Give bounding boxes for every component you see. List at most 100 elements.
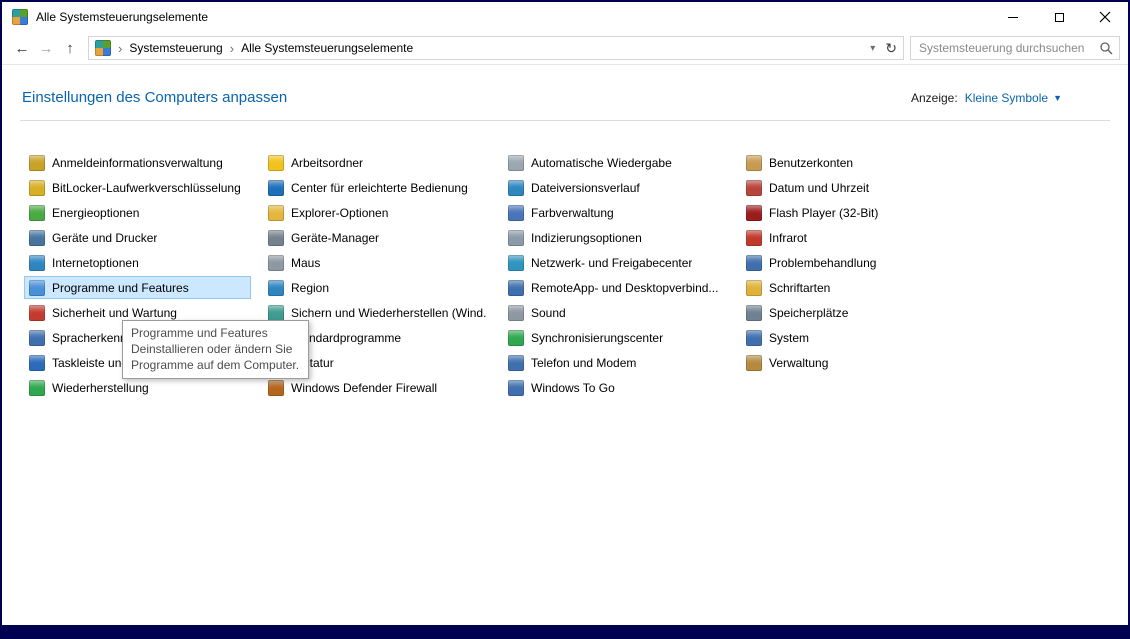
page-title: Einstellungen des Computers anpassen [22, 89, 287, 106]
control-panel-item[interactable]: Infrarot [741, 226, 967, 249]
control-panel-item[interactable]: Datum und Uhrzeit [741, 176, 967, 199]
windows-to-go-icon [508, 380, 524, 396]
sound-icon [508, 305, 524, 321]
window-bottom-border [2, 625, 1128, 637]
ease-of-access-icon [268, 180, 284, 196]
window-title: Alle Systemsteuerungselemente [36, 10, 208, 24]
title-bar: Alle Systemsteuerungselemente [2, 2, 1128, 32]
up-button[interactable]: ↑ [58, 40, 82, 57]
devices-and-printers-icon [29, 230, 45, 246]
control-panel-item[interactable]: Arbeitsordner [263, 151, 491, 174]
navigation-bar: ← → ↑ › Systemsteuerung › Alle Systemste… [2, 32, 1128, 65]
control-panel-item[interactable]: Automatische Wiedergabe [503, 151, 729, 174]
control-panel-item[interactable]: Windows Defender Firewall [263, 376, 491, 399]
item-label: Problembehandlung [769, 256, 876, 270]
item-label: Center für erleichterte Bedienung [291, 181, 468, 195]
address-bar[interactable]: › Systemsteuerung › Alle Systemsteuerung… [88, 36, 904, 60]
item-label: Verwaltung [769, 356, 828, 370]
maximize-button[interactable] [1036, 2, 1082, 32]
control-panel-item[interactable]: Anmeldeinformationsverwaltung [24, 151, 251, 174]
item-label: Geräte und Drucker [52, 231, 157, 245]
programs-and-features-icon [29, 280, 45, 296]
control-panel-item[interactable]: Center für erleichterte Bedienung [263, 176, 491, 199]
control-panel-item[interactable]: Maus [263, 251, 491, 274]
breadcrumb-separator-icon: › [118, 41, 122, 56]
view-dropdown[interactable]: Kleine Symbole ▼ [965, 91, 1062, 105]
control-panel-item[interactable]: Geräte und Drucker [24, 226, 251, 249]
work-folders-icon [268, 155, 284, 171]
security-maintenance-icon [29, 305, 45, 321]
item-label: Sicherheit und Wartung [52, 306, 177, 320]
control-panel-item[interactable]: Verwaltung [741, 351, 967, 374]
window-controls [990, 2, 1128, 32]
control-panel-item[interactable]: Explorer-Optionen [263, 201, 491, 224]
address-dropdown-icon[interactable]: ▾ [870, 43, 875, 54]
control-panel-item[interactable]: Benutzerkonten [741, 151, 967, 174]
chevron-down-icon: ▼ [1053, 93, 1062, 103]
control-panel-item[interactable]: Schriftarten [741, 276, 967, 299]
item-label: Infrarot [769, 231, 807, 245]
item-label: Sichern und Wiederherstellen (Wind... [291, 306, 486, 320]
close-icon [1099, 11, 1111, 23]
control-panel-window: Alle Systemsteuerungselemente ← → ↑ › Sy… [0, 0, 1130, 639]
search-box [910, 36, 1120, 60]
control-panel-item[interactable]: Indizierungsoptionen [503, 226, 729, 249]
refresh-button[interactable]: ↻ [885, 40, 897, 57]
control-panel-item[interactable]: Region [263, 276, 491, 299]
explorer-options-icon [268, 205, 284, 221]
item-label: Explorer-Optionen [291, 206, 388, 220]
item-label: Wiederherstellung [52, 381, 149, 395]
item-label: Schriftarten [769, 281, 830, 295]
search-input[interactable] [917, 40, 1099, 56]
tooltip-line: Programme und Features [131, 325, 299, 341]
troubleshooting-icon [746, 255, 762, 271]
item-label: Farbverwaltung [531, 206, 614, 220]
item-label: Netzwerk- und Freigabecenter [531, 256, 692, 270]
control-panel-item[interactable]: Flash Player (32-Bit) [741, 201, 967, 224]
item-label: Synchronisierungscenter [531, 331, 663, 345]
control-panel-icon [12, 9, 28, 25]
control-panel-item[interactable]: Netzwerk- und Freigabecenter [503, 251, 729, 274]
maximize-icon [1055, 13, 1064, 22]
breadcrumb-alle-systemsteuerungselemente[interactable]: Alle Systemsteuerungselemente [241, 41, 413, 55]
control-panel-item[interactable]: Sound [503, 301, 729, 324]
close-button[interactable] [1082, 2, 1128, 32]
control-panel-item[interactable]: Windows To Go [503, 376, 729, 399]
control-panel-item[interactable]: System [741, 326, 967, 349]
control-panel-item[interactable]: RemoteApp- und Desktopverbind... [503, 276, 729, 299]
control-panel-item[interactable]: Farbverwaltung [503, 201, 729, 224]
header-divider [20, 120, 1110, 121]
control-panel-item[interactable]: Programme und Features [24, 276, 251, 299]
item-label: Windows Defender Firewall [291, 381, 437, 395]
autoplay-icon [508, 155, 524, 171]
item-label: Sound [531, 306, 566, 320]
control-panel-item[interactable]: Wiederherstellung [24, 376, 251, 399]
forward-button[interactable]: → [34, 40, 58, 57]
back-button[interactable]: ← [10, 40, 34, 57]
minimize-button[interactable] [990, 2, 1036, 32]
control-panel-small-icon [95, 40, 111, 56]
control-panel-item[interactable]: Internetoptionen [24, 251, 251, 274]
item-label: Telefon und Modem [531, 356, 636, 370]
breadcrumb-systemsteuerung[interactable]: Systemsteuerung [129, 41, 222, 55]
control-panel-item[interactable]: Energieoptionen [24, 201, 251, 224]
search-icon[interactable] [1099, 41, 1113, 55]
control-panel-item[interactable]: Problembehandlung [741, 251, 967, 274]
system-icon [746, 330, 762, 346]
indexing-options-icon [508, 230, 524, 246]
control-panel-item[interactable]: Geräte-Manager [263, 226, 491, 249]
control-panel-item[interactable]: Synchronisierungscenter [503, 326, 729, 349]
control-panel-item[interactable]: Dateiversionsverlauf [503, 176, 729, 199]
control-panel-item[interactable]: Speicherplätze [741, 301, 967, 324]
mouse-icon [268, 255, 284, 271]
page-header: Einstellungen des Computers anpassen Anz… [2, 65, 1128, 114]
control-panel-item[interactable]: Telefon und Modem [503, 351, 729, 374]
item-label: Windows To Go [531, 381, 615, 395]
bitlocker-icon [29, 180, 45, 196]
control-panel-item[interactable]: BitLocker-Laufwerkverschlüsselung [24, 176, 251, 199]
item-label: Arbeitsordner [291, 156, 363, 170]
date-time-icon [746, 180, 762, 196]
item-label: Region [291, 281, 329, 295]
item-label: Programme und Features [52, 281, 189, 295]
item-label: Geräte-Manager [291, 231, 379, 245]
